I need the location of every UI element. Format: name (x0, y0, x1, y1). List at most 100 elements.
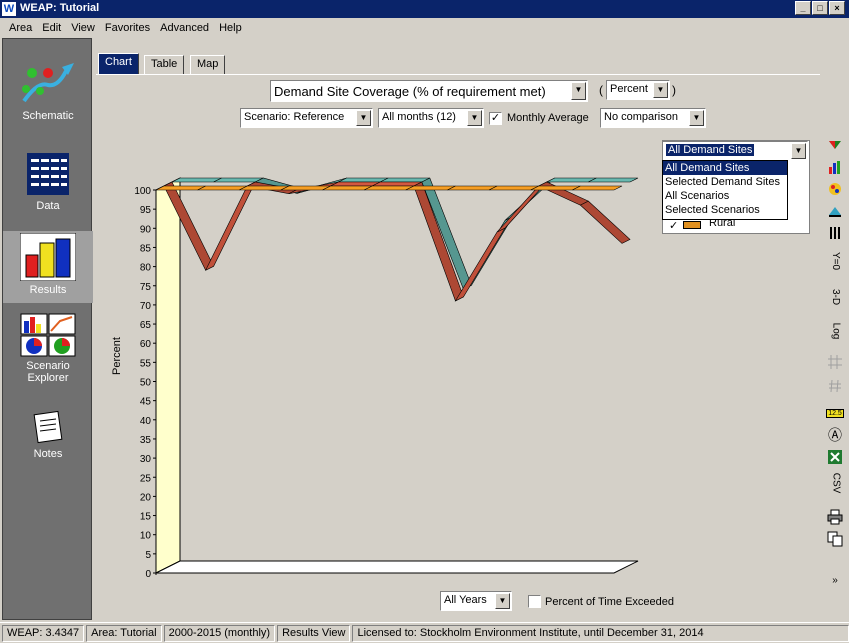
years-select-value: All Years (444, 594, 487, 606)
unit-paren-open: ( (599, 83, 603, 97)
comparison-select[interactable]: No comparison ▼ (600, 108, 706, 128)
bar-chart-icon[interactable] (825, 159, 845, 179)
variable-select[interactable]: Demand Site Coverage (% of requirement m… (270, 80, 588, 102)
csv-button[interactable]: CSV (825, 473, 845, 501)
scenario-select[interactable]: Scenario: Reference ▼ (240, 108, 373, 128)
series-ribbon-segment (538, 181, 590, 206)
menu-view[interactable]: View (66, 22, 100, 34)
series-ribbon-segment (579, 200, 631, 244)
sites-select[interactable]: All Demand Sites ▼ (662, 141, 808, 161)
y-tick-label: 30 (140, 454, 152, 465)
view-bar: Schematic Data Results Scenario Explorer… (2, 38, 93, 620)
palette-icon[interactable] (825, 181, 845, 201)
series-ribbon-segment (413, 181, 464, 302)
tab-chart[interactable]: Chart (98, 53, 139, 75)
y-zero-label: Y=0 (829, 251, 841, 271)
nav-label: Schematic (22, 110, 74, 122)
chevron-down-icon[interactable]: ▼ (467, 110, 482, 126)
3d-button[interactable]: 3-D (825, 287, 845, 317)
years-select[interactable]: All Years ▼ (440, 591, 512, 611)
months-select-value: All months (12) (382, 111, 456, 123)
nav-results[interactable]: Results (3, 231, 93, 303)
print-icon[interactable] (825, 509, 845, 529)
y-axis-label: Percent (111, 337, 123, 375)
excel-icon[interactable] (825, 449, 845, 469)
chevron-down-icon[interactable]: ▼ (356, 110, 371, 126)
monthly-average-checkbox[interactable]: ✓ (489, 112, 502, 125)
monthly-average-label: Monthly Average (507, 112, 589, 124)
minimize-button[interactable]: _ (795, 1, 811, 15)
y-tick-label: 10 (140, 531, 152, 542)
legend-swatch-rural (683, 221, 701, 229)
3d-label: 3-D (830, 288, 841, 306)
stacked-icon[interactable] (825, 203, 845, 223)
grid-lines-icon[interactable] (825, 355, 845, 375)
csv-label: CSV (830, 472, 842, 494)
font-icon[interactable]: Ⓐ (825, 425, 845, 445)
chevron-down-icon[interactable]: ▼ (791, 143, 806, 159)
number-format-label: 12.5 (826, 409, 844, 418)
nav-label: Data (36, 200, 60, 212)
y-tick-label: 25 (140, 473, 152, 484)
nav-schematic[interactable]: Schematic (3, 51, 93, 122)
scenario-explorer-icon (20, 313, 76, 357)
chart-floor (155, 560, 639, 574)
schematic-icon (22, 63, 74, 103)
nav-data[interactable]: Data (3, 151, 93, 212)
log-button[interactable]: Log (825, 321, 845, 351)
nav-scenario-explorer[interactable]: Scenario Explorer (3, 313, 93, 384)
option-selected-scenarios[interactable]: Selected Scenarios (663, 203, 787, 217)
chevron-down-icon[interactable]: ▼ (689, 110, 704, 126)
number-format-button[interactable]: 12.5 (825, 403, 845, 423)
y-tick-label: 85 (140, 243, 152, 254)
y-tick-label: 50 (140, 378, 152, 389)
scenario-select-value: Scenario: Reference (244, 111, 345, 123)
status-license: Licensed to: Stockholm Environment Insti… (352, 624, 849, 642)
menu-advanced[interactable]: Advanced (155, 22, 214, 34)
option-all-scenarios[interactable]: All Scenarios (663, 189, 787, 203)
unit-select[interactable]: Percent ▼ (606, 80, 670, 100)
percent-exceeded-checkbox[interactable] (528, 595, 541, 608)
option-selected-demand-sites[interactable]: Selected Demand Sites (663, 175, 787, 189)
sites-select-value: All Demand Sites (666, 144, 755, 156)
status-bar: WEAP: 3.4347 Area: Tutorial 2000-2015 (m… (0, 622, 849, 643)
notes-icon (33, 410, 63, 444)
unit-select-value: Percent (610, 83, 648, 95)
months-select[interactable]: All months (12) ▼ (378, 108, 484, 128)
menu-bar: Area Edit View Favorites Advanced Help (0, 18, 849, 37)
menu-help[interactable]: Help (214, 22, 247, 34)
chart-back-wall-left (155, 177, 181, 574)
nav-label-line2: Explorer (27, 372, 69, 384)
sites-dropdown-list: All Demand Sites Selected Demand Sites A… (662, 160, 788, 220)
more-chevron-icon[interactable]: » (825, 571, 845, 591)
y-tick-label: 70 (140, 301, 152, 312)
nav-notes[interactable]: Notes (3, 409, 93, 460)
chevron-down-icon[interactable]: ▼ (653, 82, 668, 98)
menu-favorites[interactable]: Favorites (100, 22, 155, 34)
hash-icon[interactable] (825, 379, 845, 399)
menu-area[interactable]: Area (4, 22, 37, 34)
chevron-down-icon[interactable]: ▼ (571, 82, 586, 100)
y-tick-label: 55 (140, 358, 152, 369)
maximize-button[interactable]: □ (812, 1, 828, 15)
y-axis: 0 5 10 15 20 25 30 35 40 45 50 55 60 65 70 75 80 85 90 95 10… (134, 186, 156, 580)
chart-type-icon[interactable] (825, 137, 845, 157)
copy-icon[interactable] (825, 531, 845, 551)
option-all-demand-sites[interactable]: All Demand Sites (663, 161, 787, 175)
y-tick-label: 15 (140, 512, 152, 523)
y-tick-label: 5 (145, 550, 151, 561)
close-button[interactable]: × (829, 1, 845, 15)
status-view: Results View (277, 624, 351, 642)
pattern-icon[interactable] (825, 225, 845, 245)
y-zero-button[interactable]: Y=0 (825, 251, 845, 281)
percent-exceeded-label: Percent of Time Exceeded (545, 596, 675, 608)
tab-table[interactable]: Table (144, 55, 185, 75)
tab-map[interactable]: Map (190, 55, 226, 75)
legend-check-rural[interactable]: ✓ (669, 219, 678, 232)
menu-edit[interactable]: Edit (37, 22, 66, 34)
series-ribbon-segment (204, 181, 256, 271)
window-title: WEAP: Tutorial (20, 2, 100, 14)
y-tick-label: 20 (140, 492, 152, 503)
chevron-down-icon[interactable]: ▼ (495, 593, 510, 609)
y-tick-label: 75 (140, 282, 152, 293)
